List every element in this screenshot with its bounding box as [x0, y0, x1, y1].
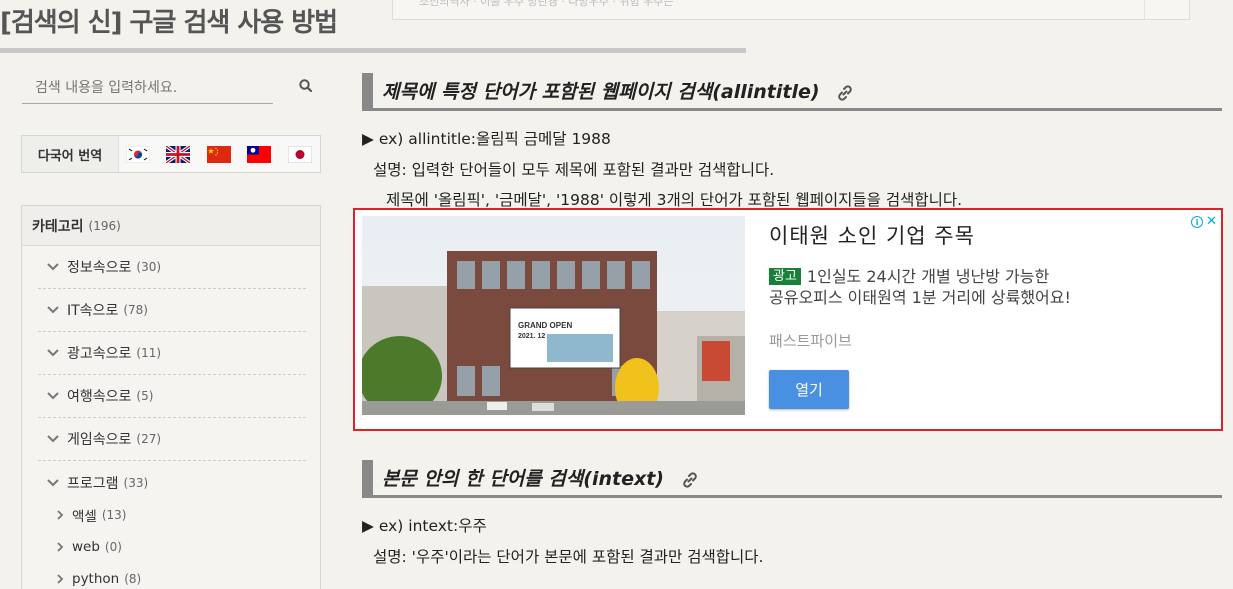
category-box: 카테고리 (196) 정보속으로 (30) IT속으로 (78) 광고속으로 (… [21, 205, 321, 589]
top-tags[interactable]: 조선의역사 · 이를 우주 방탄경 · 나방우주 · 위험 우주는 [419, 0, 673, 8]
category-count: (78) [123, 303, 148, 317]
banner-text: GRAND OPEN [518, 321, 572, 330]
china-flag-icon[interactable] [207, 146, 231, 163]
title-underline [0, 48, 746, 53]
subcategory-count: (13) [101, 508, 127, 522]
category-count: (27) [136, 432, 162, 446]
ad-info-icon[interactable]: i [1191, 216, 1204, 228]
close-icon[interactable]: ✕ [1206, 215, 1217, 228]
category-count: (11) [136, 346, 162, 360]
category-label: 게임속으로 [67, 432, 132, 448]
section-underline [362, 495, 1222, 498]
section-title-text: 제목에 특정 단어가 포함된 웹페이지 검색(allintitle) [382, 81, 820, 103]
chevron-right-icon [57, 510, 64, 520]
ad-desc-line1: 1인실도 24시간 개별 냉난방 가능한 [806, 267, 1050, 286]
section-underline [362, 108, 1222, 111]
description-text: 제목에 '올림픽', '금메달', '1988' 이렇게 3개의 단어가 포함된… [386, 191, 963, 209]
ad-title[interactable]: 이태원 소인 기업 주목 [769, 220, 975, 250]
subcategory-item[interactable]: 액셀 (13) [56, 499, 126, 531]
subcategory-label: python [72, 571, 120, 587]
category-count: (30) [136, 260, 162, 274]
category-label: 정보속으로 [67, 260, 132, 276]
category-item[interactable]: 광고속으로 (11) [38, 332, 306, 375]
subcategory-item[interactable]: web (0) [56, 531, 122, 563]
chevron-down-icon [47, 392, 59, 400]
chevron-down-icon [47, 478, 59, 486]
ad-badge: 광고 [769, 268, 801, 285]
category-item[interactable]: 여행속으로 (5) [38, 375, 306, 418]
chevron-down-icon [47, 263, 59, 271]
section-heading-intext: 본문 안의 한 단어를 검색(intext) [362, 460, 1222, 498]
ad-desc-line2: 공유오피스 이태원역 1분 거리에 상륙했어요! [769, 288, 1071, 307]
banner-date: 2021. 12 [518, 333, 545, 340]
category-label: 여행속으로 [67, 389, 132, 405]
category-header[interactable]: 카테고리 (196) [22, 206, 320, 246]
example-text: ▶ ex) intext:우주 [362, 517, 487, 535]
category-item[interactable]: 정보속으로 (30) [38, 246, 306, 289]
ad-unit[interactable]: GRAND OPEN 2021. 12 이태원 소인 기업 주목 광고 1인실도 … [353, 208, 1223, 431]
ad-description: 광고 1인실도 24시간 개별 냉난방 가능한 공유오피스 이태원역 1분 거리에… [769, 266, 1071, 308]
sidebar-search [22, 72, 322, 105]
subcategory-count: (0) [104, 540, 122, 554]
ad-open-button[interactable]: 열기 [769, 370, 849, 409]
chevron-down-icon [47, 306, 59, 314]
description-text: 설명: '우주'이라는 단어가 본문에 포함된 결과만 검색합니다. [373, 548, 764, 566]
section-title: 제목에 특정 단어가 포함된 웹페이지 검색(allintitle) [382, 77, 854, 104]
example-text: ▶ ex) allintitle:올림픽 금메달 1988 [362, 130, 611, 148]
category-label: 프로그램 [67, 475, 119, 492]
subcategory-label: web [72, 539, 100, 555]
section-heading-allintitle: 제목에 특정 단어가 포함된 웹페이지 검색(allintitle) [362, 73, 1222, 111]
category-item[interactable]: IT속으로 (78) [38, 289, 306, 332]
ad-choices[interactable]: i ✕ [1191, 215, 1217, 228]
category-count: (5) [136, 389, 154, 403]
uk-flag-icon[interactable] [166, 146, 190, 163]
top-tag-box: 조선의역사 · 이를 우주 방탄경 · 나방우주 · 위험 우주는 [392, 0, 1190, 20]
category-label: 광고속으로 [67, 346, 132, 362]
korea-flag-icon[interactable] [126, 146, 150, 163]
search-input[interactable] [22, 72, 273, 104]
link-icon[interactable] [681, 471, 699, 489]
taiwan-flag-icon[interactable] [247, 146, 271, 163]
category-count: (196) [88, 218, 121, 233]
subcategory-item[interactable]: python (8) [56, 563, 141, 589]
chevron-down-icon [47, 349, 59, 357]
description-text: 설명: 입력한 단어들이 모두 제목에 포함된 결과만 검색합니다. [373, 161, 775, 179]
link-icon[interactable] [836, 84, 854, 102]
japan-flag-icon[interactable] [288, 146, 312, 163]
subcategory-label: 액셀 [72, 509, 97, 525]
section-title-text: 본문 안의 한 단어를 검색(intext) [382, 468, 664, 490]
divider [1144, 0, 1145, 19]
subcategory-count: (8) [124, 572, 142, 586]
chevron-down-icon [47, 435, 59, 443]
category-count: (33) [123, 475, 149, 490]
category-title: 카테고리 [32, 218, 84, 235]
section-title: 본문 안의 한 단어를 검색(intext) [382, 464, 699, 491]
search-icon[interactable] [298, 78, 314, 94]
category-item[interactable]: 게임속으로 (27) [38, 418, 306, 461]
chevron-right-icon [57, 542, 64, 552]
language-label: 다국어 번역 [22, 136, 119, 172]
page-title: [검색의 신] 구글 검색 사용 방법 [0, 8, 338, 38]
category-item[interactable]: 프로그램 (33) [38, 461, 306, 504]
ad-advertiser[interactable]: 패스트파이브 [769, 330, 852, 351]
category-label: IT속으로 [67, 303, 119, 319]
chevron-right-icon [57, 574, 64, 584]
language-bar: 다국어 번역 [21, 135, 321, 173]
ad-building-image[interactable]: GRAND OPEN 2021. 12 [362, 216, 745, 415]
